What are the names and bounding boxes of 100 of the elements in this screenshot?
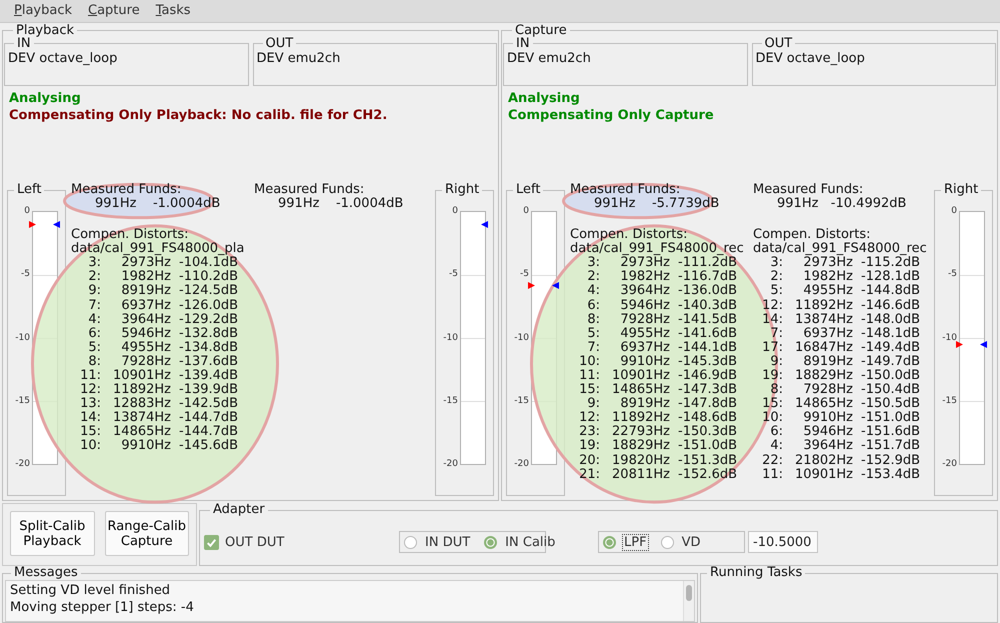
level-value: -151.0dB xyxy=(677,439,738,454)
group-title: IN xyxy=(16,36,31,51)
frequency-value: 4955Hz xyxy=(120,340,171,355)
level-value: -145.3dB xyxy=(677,354,738,369)
frequency-value: 2973Hz xyxy=(802,256,853,270)
radio-button[interactable] xyxy=(404,536,417,549)
harmonic-number: 20: xyxy=(578,454,601,468)
menu-item[interactable]: Playback xyxy=(6,3,80,18)
menu-item[interactable]: Capture xyxy=(80,3,148,18)
radio-button[interactable] xyxy=(660,536,674,549)
value-field[interactable]: -10.5000 xyxy=(748,531,818,554)
harmonic-number: 14: xyxy=(79,411,102,426)
tick-label: -15 xyxy=(514,396,529,406)
harmonic-number: 5: xyxy=(586,326,601,341)
file-path: data/cal_991_FS48000_rec xyxy=(570,242,745,256)
calib-button[interactable]: Range-Calib Capture xyxy=(104,511,189,556)
frequency-value: 11892Hz xyxy=(113,383,171,398)
level-value: -152.6dB xyxy=(677,468,738,482)
frequency-value: 9910Hz xyxy=(619,354,670,369)
harmonic-number: 6: xyxy=(87,326,102,341)
level-value: -150.0dB xyxy=(860,368,920,383)
tick-label: -20 xyxy=(15,459,30,470)
tick-label: 0 xyxy=(24,206,30,216)
radio-label[interactable]: IN Calib xyxy=(503,534,558,551)
harmonic-number: 2: xyxy=(586,270,601,284)
level-value: -148.1dB xyxy=(860,326,920,341)
harmonic-number: 9: xyxy=(87,284,102,298)
level-value: -115.2dB xyxy=(860,256,920,270)
frequency-value: 8919Hz xyxy=(620,397,670,412)
status-text: Analysing xyxy=(507,90,581,107)
tick-label: 0 xyxy=(951,206,957,216)
tick-label: -20 xyxy=(942,459,957,470)
frequency-value: 18829Hz xyxy=(612,439,670,454)
frequency-value: 12883Hz xyxy=(113,397,171,412)
calib-button[interactable]: Split-Calib Playback xyxy=(10,511,94,556)
level-value: -139.4dB xyxy=(178,368,238,383)
harmonic-number: 10: xyxy=(761,411,784,426)
level-value: -144.8dB xyxy=(860,284,920,298)
group-title: Capture xyxy=(514,24,568,38)
status-text: Analysing xyxy=(8,90,82,107)
level-value: -146.6dB xyxy=(860,298,920,313)
checkbox-label[interactable]: OUT DUT xyxy=(225,534,284,550)
frequency-value: 11892Hz xyxy=(795,298,853,313)
harmonic-number: 19: xyxy=(761,368,784,383)
level-value: -134.8dB xyxy=(178,340,238,355)
file-path: data/cal_991_FS48000_rec xyxy=(753,242,928,256)
frequency-value: 9910Hz xyxy=(120,439,171,454)
frequency-value: 1982Hz xyxy=(802,270,853,284)
level-value: -116.7dB xyxy=(677,270,738,284)
frequency-value: 4955Hz xyxy=(619,326,670,341)
tick-label: -5 xyxy=(948,269,957,280)
level-value: -151.7dB xyxy=(860,439,920,454)
frequency-value: 1982Hz xyxy=(619,270,670,284)
text-label: Measured Funds: xyxy=(71,183,182,198)
frequency-value: 10901Hz xyxy=(113,368,171,383)
level-value: -104.1dB xyxy=(178,256,238,270)
level-value: -144.7dB xyxy=(178,411,238,426)
frequency-value: 13874Hz xyxy=(795,312,853,327)
radio-label[interactable]: VD xyxy=(680,534,702,551)
frequency-value: 1982Hz xyxy=(120,270,171,284)
harmonic-number: 11: xyxy=(79,368,102,383)
harmonic-number: 7: xyxy=(586,340,601,355)
harmonic-number: 7: xyxy=(87,298,102,313)
level-value: -136.0dB xyxy=(677,284,738,298)
frequency-value: 9910Hz xyxy=(802,411,853,426)
level-value: -150.5dB xyxy=(860,397,920,412)
device-label: DEV emu2ch xyxy=(507,50,592,66)
frequency-value: 18829Hz xyxy=(795,368,853,383)
message-line: Setting VD level finished xyxy=(10,582,172,599)
harmonic-number: 6: xyxy=(769,425,784,440)
radio-label[interactable]: IN DUT xyxy=(423,534,472,551)
frequency-value: 6937Hz xyxy=(120,298,171,313)
frequency-value: 5946Hz xyxy=(619,298,670,313)
menu-item[interactable]: Tasks xyxy=(148,3,199,18)
harmonic-number: 11: xyxy=(578,368,601,384)
level-value: -148.0dB xyxy=(860,312,920,327)
checkbox[interactable] xyxy=(204,534,219,550)
radio-label[interactable]: LPF xyxy=(622,534,649,551)
tick-label: -10 xyxy=(15,332,30,343)
harmonic-number: 13: xyxy=(79,397,102,412)
level-value: -139.9dB xyxy=(178,383,238,398)
harmonic-number: 3: xyxy=(87,256,102,270)
harmonic-number: 10: xyxy=(578,354,601,369)
scrollbar[interactable] xyxy=(683,581,694,621)
level-value: -150.3dB xyxy=(677,425,738,440)
tick-label: -15 xyxy=(942,396,957,406)
device-label: DEV octave_loop xyxy=(756,50,866,66)
harmonic-number: 22: xyxy=(761,454,784,468)
radio-button[interactable] xyxy=(484,536,498,549)
scrollbar-thumb[interactable] xyxy=(686,585,692,601)
group-title: Adapter xyxy=(212,503,266,518)
group-title: OUT xyxy=(264,36,294,51)
level-value: -124.5dB xyxy=(178,284,238,298)
tick-label: -5 xyxy=(449,269,458,280)
harmonic-number: 21: xyxy=(578,468,601,482)
frequency-value: 7928Hz xyxy=(803,383,853,398)
level-value: -147.3dB xyxy=(677,383,738,398)
frequency-value: 14865Hz xyxy=(795,397,853,412)
harmonic-number: 10: xyxy=(79,439,102,454)
radio-button[interactable] xyxy=(603,536,616,549)
